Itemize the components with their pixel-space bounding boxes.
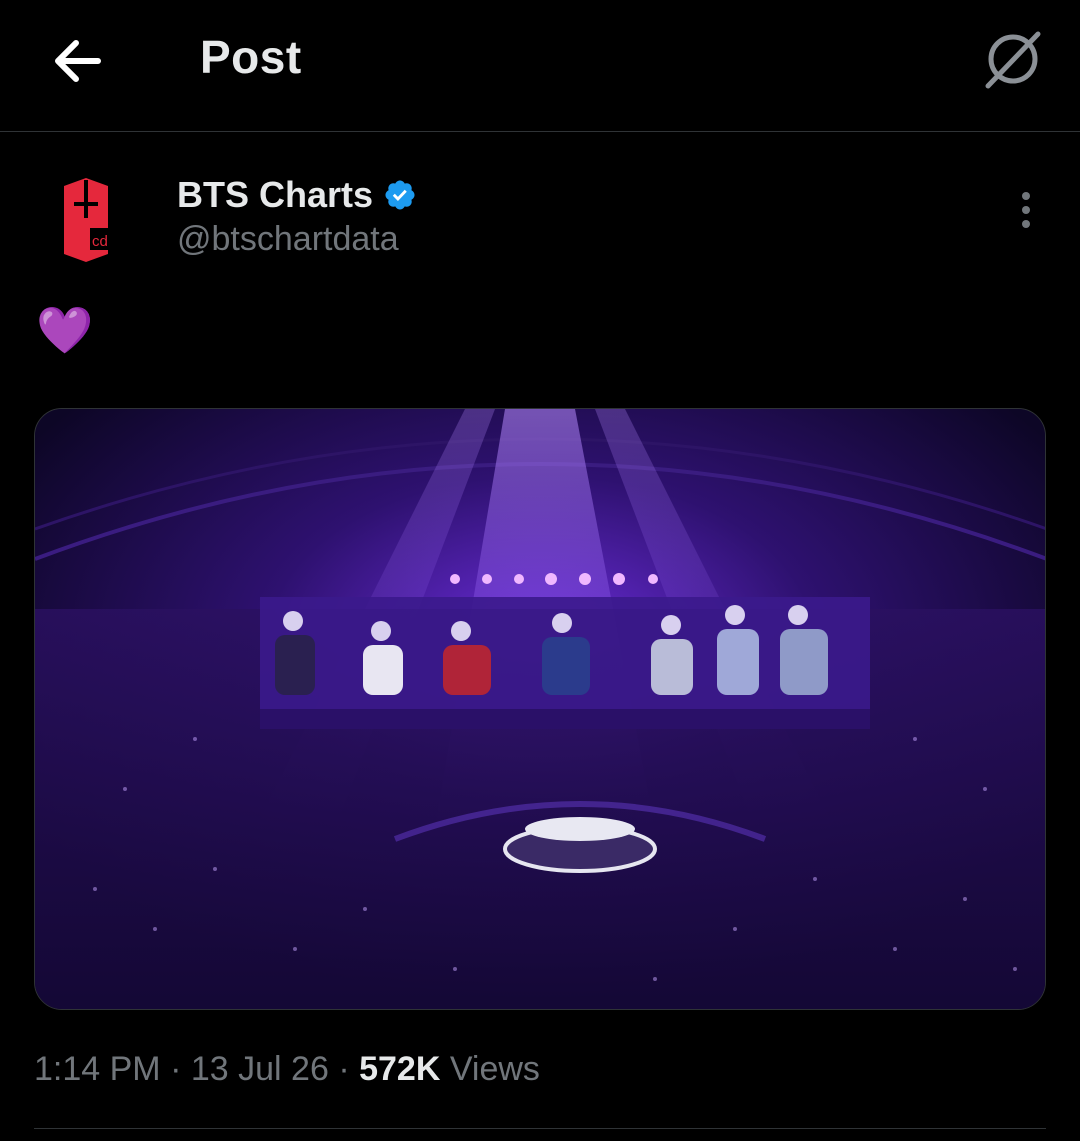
grok-button[interactable] xyxy=(980,26,1046,92)
post-text: 💜 xyxy=(36,304,94,356)
post-media-image[interactable] xyxy=(34,408,1046,1010)
more-options-button[interactable] xyxy=(1008,190,1044,230)
author-handle[interactable]: @btschartdata xyxy=(177,220,399,259)
concert-photo xyxy=(35,409,1045,1009)
verified-badge-icon xyxy=(385,180,415,210)
btscharts-logo-icon: cd xyxy=(64,178,110,262)
views-label[interactable]: Views xyxy=(450,1050,540,1088)
top-bar: Post xyxy=(0,0,1080,132)
author-name[interactable]: BTS Charts xyxy=(177,174,417,216)
views-count[interactable]: 572K xyxy=(359,1050,440,1088)
back-button[interactable] xyxy=(50,34,104,88)
post-author: cd BTS Charts @btschartdata xyxy=(0,160,1080,280)
meta-separator: · xyxy=(170,1050,182,1088)
avatar-text: cd xyxy=(92,233,108,250)
divider xyxy=(34,1128,1046,1129)
arrow-left-icon xyxy=(55,40,101,82)
more-vertical-icon xyxy=(1022,192,1030,228)
meta-separator: · xyxy=(338,1050,350,1088)
page-title: Post xyxy=(200,31,302,83)
post-time[interactable]: 1:14 PM xyxy=(34,1050,161,1088)
display-name-text[interactable]: BTS Charts xyxy=(177,174,373,216)
post-meta: 1:14 PM · 13 Jul 26 · 572K Views xyxy=(34,1050,540,1089)
avatar[interactable]: cd xyxy=(34,162,138,266)
grok-icon xyxy=(985,31,1041,89)
post-date[interactable]: 13 Jul 26 xyxy=(191,1050,329,1088)
